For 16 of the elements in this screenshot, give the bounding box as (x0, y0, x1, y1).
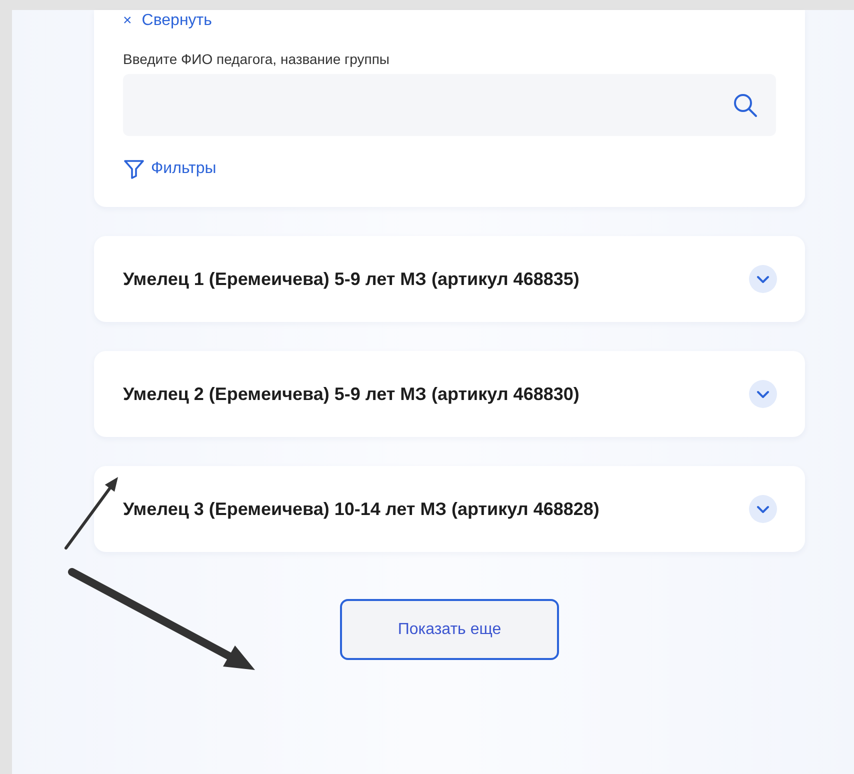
group-title: Умелец 2 (Еремеичева) 5-9 лет МЗ (артикул 468830) (123, 383, 580, 406)
search-field[interactable] (123, 74, 776, 136)
group-accordion-item[interactable]: Умелец 2 (Еремеичева) 5-9 лет МЗ (артикул 468830) (94, 351, 805, 437)
filters-link[interactable]: Фильтры (123, 158, 216, 180)
collapse-link[interactable]: × Свернуть (123, 12, 212, 30)
search-icon[interactable] (732, 92, 758, 118)
search-label: Введите ФИО педагога, название группы (123, 50, 390, 68)
group-accordion-item[interactable]: Умелец 1 (Еремеичева) 5-9 лет МЗ (артикул 468835) (94, 236, 805, 322)
group-title: Умелец 1 (Еремеичева) 5-9 лет МЗ (артикул 468835) (123, 268, 580, 291)
group-accordion-item[interactable]: Умелец 3 (Еремеичева) 10-14 лет МЗ (артикул 468828) (94, 466, 805, 552)
chevron-icon[interactable] (749, 265, 777, 293)
funnel-icon (123, 158, 145, 180)
group-title: Умелец 3 (Еремеичева) 10-14 лет МЗ (артикул 468828) (123, 498, 600, 521)
show-more-button[interactable]: Показать еще (340, 599, 559, 660)
chevron-icon[interactable] (749, 380, 777, 408)
chevron-icon[interactable] (749, 495, 777, 523)
